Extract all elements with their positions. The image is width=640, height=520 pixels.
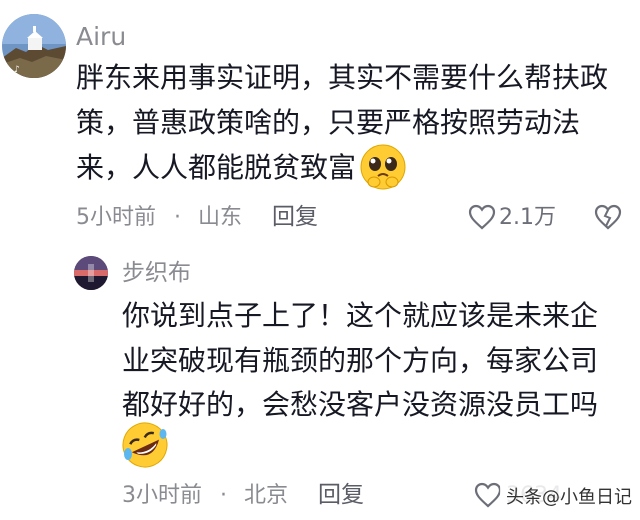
timestamp: 5小时前: [76, 205, 156, 230]
pleading-face-emoji: [358, 142, 408, 192]
comment-text-line: 都好好的，会愁没客户没资源没员工吗: [122, 388, 599, 421]
watermark-source: 头条: [506, 487, 542, 508]
watermark: 头条 @小鱼日记: [500, 478, 638, 514]
comment-text-line: 来，人人都能脱贫致富: [76, 151, 357, 184]
comment-text-line: 你说到点子上了！这个就应该是未来企: [122, 299, 599, 332]
like-count: 2.1万: [499, 205, 556, 230]
meta-separator: ·: [174, 205, 181, 230]
mountain-church-avatar-image: ♪: [2, 14, 66, 78]
svg-text:♪: ♪: [14, 65, 20, 75]
heart-icon[interactable]: [468, 204, 496, 230]
reply-button[interactable]: 回复: [318, 481, 364, 509]
timestamp: 3小时前: [122, 483, 202, 508]
comment-text-line: 业突破现有瓶颈的那个方向，每家公司: [122, 344, 599, 377]
avatar[interactable]: ♪: [2, 14, 66, 78]
location: 山东: [198, 205, 243, 230]
username[interactable]: 步织布: [122, 258, 191, 288]
rolling-laughing-emoji: [120, 420, 170, 470]
reply-button[interactable]: 回复: [272, 203, 318, 231]
heart-icon[interactable]: [474, 482, 502, 508]
avatar[interactable]: [74, 256, 108, 290]
comment-text-line: 胖东来用事实证明，其实不需要什么帮扶政: [76, 61, 609, 94]
watermark-handle: @小鱼日记: [542, 487, 632, 508]
broken-heart-icon[interactable]: [594, 204, 622, 230]
meta-separator: ·: [220, 483, 227, 508]
comment-text-line: 策，普惠政策啥的，只要严格按照劳动法: [76, 106, 581, 139]
sunset-avatar-image: [74, 256, 108, 290]
location: 北京: [244, 483, 289, 508]
username[interactable]: Airu: [76, 22, 126, 52]
